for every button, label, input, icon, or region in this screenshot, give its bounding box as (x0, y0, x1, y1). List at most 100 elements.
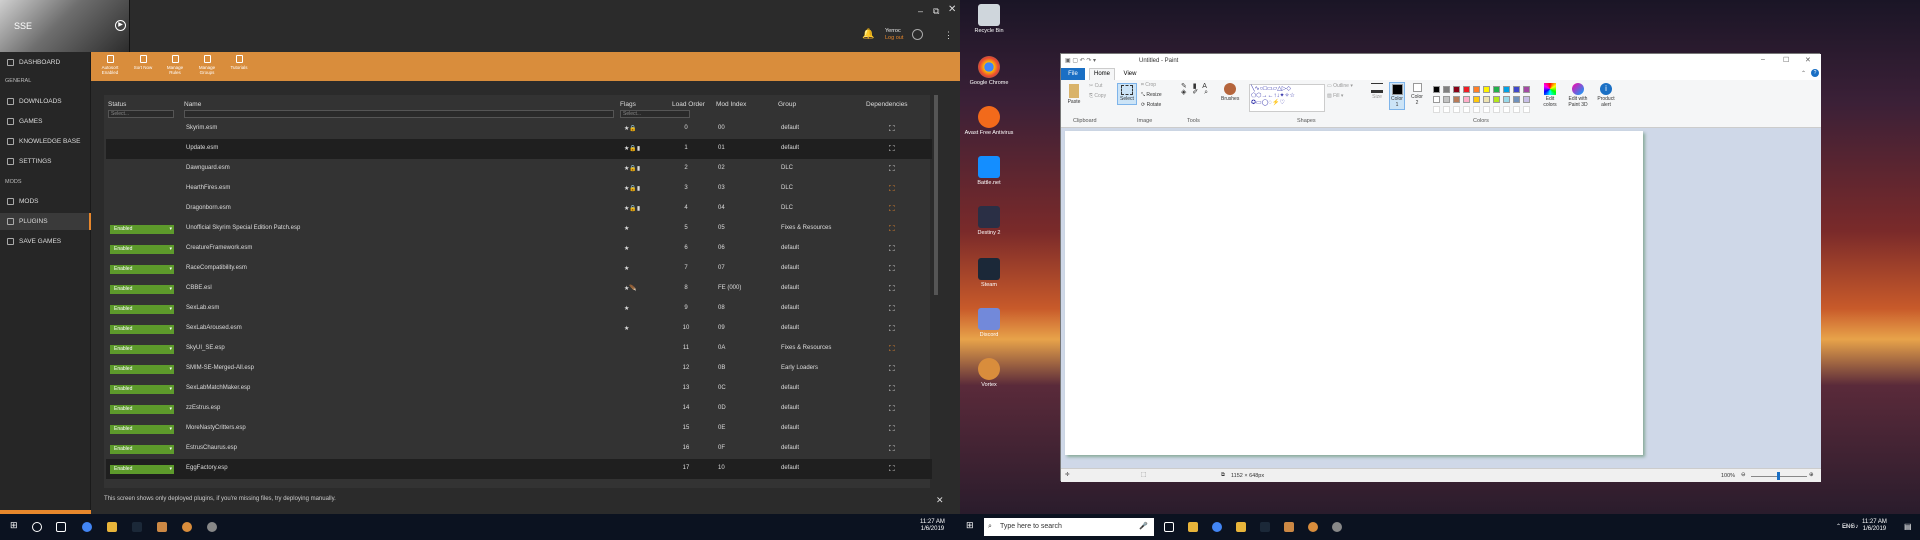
table-row[interactable]: Dawnguard.esm ★🔒▮ 2 02 DLC ⛶ (106, 159, 932, 179)
game-banner[interactable]: SSE ▶ (0, 0, 130, 52)
close-icon[interactable]: ✕ (948, 4, 956, 15)
table-row[interactable]: Enabled MoreNastyCritters.esp 15 0E default ⛶ (106, 419, 932, 439)
col-load-order[interactable]: Load Order (672, 101, 705, 108)
load-order[interactable]: 9 (674, 305, 698, 311)
autosort-button[interactable]: Autosort Enabled (96, 55, 124, 75)
load-order[interactable]: 11 (674, 345, 698, 351)
dependency-icon[interactable]: ⛶ (889, 464, 895, 474)
table-row[interactable]: Enabled CBBE.esl ★🪶 8 FE (000) default ⛶ (106, 279, 932, 299)
load-order[interactable]: 17 (674, 465, 698, 471)
dependency-icon[interactable]: ⛶ (889, 364, 895, 374)
chrome-icon[interactable] (1212, 522, 1222, 532)
desktop-icon-recycle-bin[interactable]: Recycle Bin (964, 4, 1014, 34)
load-order[interactable]: 0 (674, 125, 698, 131)
tab-home[interactable]: Home (1089, 68, 1115, 80)
palette-swatch[interactable] (1453, 96, 1460, 103)
col-dependencies[interactable]: Dependencies (866, 101, 908, 108)
palette-swatch-empty[interactable] (1453, 106, 1460, 113)
plugin-group[interactable]: default (781, 405, 799, 411)
edit-paint3d-button[interactable]: Edit with Paint 3D (1565, 83, 1591, 108)
windows-start-icon[interactable]: ⊞ (966, 520, 976, 530)
folder-icon[interactable] (1236, 522, 1246, 532)
load-order[interactable]: 15 (674, 425, 698, 431)
palette-swatch-empty[interactable] (1493, 106, 1500, 113)
manage-groups-button[interactable]: Manage Groups (193, 55, 221, 75)
table-row[interactable]: Enabled SexLabAroused.esm ★ 10 09 default ⛶ (106, 319, 932, 339)
manage-rules-button[interactable]: Manage Rules (161, 55, 189, 75)
palette-swatch-empty[interactable] (1473, 106, 1480, 113)
palette-swatch[interactable] (1493, 86, 1500, 93)
load-order[interactable]: 8 (674, 285, 698, 291)
maximize-icon[interactable]: ⧉ (933, 6, 939, 17)
desktop-icon-chrome[interactable]: Google Chrome (964, 56, 1014, 86)
nav-dashboard[interactable]: DASHBOARD (0, 54, 91, 71)
table-row[interactable]: Enabled RaceCompatibility.esm ★ 7 07 default ⛶ (106, 259, 932, 279)
app-icon[interactable] (207, 522, 217, 532)
paste-button[interactable]: Paste (1067, 84, 1081, 106)
table-row[interactable]: Enabled Unofficial Skyrim Special Edition… (106, 219, 932, 239)
dependency-icon[interactable]: ⛶ (889, 124, 895, 134)
nav-settings[interactable]: SETTINGS (0, 153, 91, 170)
clock-right[interactable]: 11:27 AM 1/6/2019 (1862, 519, 1887, 533)
dependency-icon[interactable]: ⛶ (889, 184, 895, 194)
plugin-group[interactable]: default (781, 265, 799, 271)
paint-minimize-icon[interactable]: – (1761, 56, 1765, 63)
plugin-group[interactable]: DLC (781, 185, 793, 191)
tab-file[interactable]: File (1061, 68, 1085, 80)
nav-save-games[interactable]: SAVE GAMES (0, 233, 91, 250)
size-button[interactable]: Size (1369, 83, 1385, 101)
table-row[interactable]: HearthFires.esm ★🔒▮ 3 03 DLC ⛶ (106, 179, 932, 199)
shapes-gallery[interactable]: ╲∿○□▭▱△▷◇ ⬠⬡→←↑↓✦✧☆ ✪▭◯◌⚡♡ (1249, 84, 1325, 112)
plugin-group[interactable]: DLC (781, 165, 793, 171)
enabled-toggle[interactable]: Enabled (110, 325, 174, 334)
dependency-icon[interactable]: ⛶ (889, 444, 895, 454)
bell-icon[interactable]: 🔔 (862, 29, 874, 40)
plugin-group[interactable]: DLC (781, 205, 793, 211)
load-order[interactable]: 5 (674, 225, 698, 231)
paint-maximize-icon[interactable]: ☐ (1783, 56, 1789, 64)
plugin-group[interactable]: default (781, 445, 799, 451)
steam-icon[interactable] (1260, 522, 1270, 532)
dependency-icon[interactable]: ⛶ (889, 384, 895, 394)
plugin-group[interactable]: Early Loaders (781, 365, 818, 371)
col-mod-index[interactable]: Mod Index (716, 101, 746, 108)
zoom-out-icon[interactable]: ⊖ (1741, 472, 1746, 478)
plugin-group[interactable]: default (781, 145, 799, 151)
crop-button[interactable]: ⌗ Crop (1141, 82, 1156, 89)
palette-swatch[interactable] (1443, 86, 1450, 93)
clock-left[interactable]: 11:27 AM 1/6/2019 (920, 519, 945, 533)
copy-button[interactable]: ⎘ Copy (1089, 93, 1106, 100)
app-icon[interactable] (1332, 522, 1342, 532)
enabled-toggle[interactable]: Enabled (110, 225, 174, 234)
task-view-icon[interactable] (1164, 522, 1174, 532)
table-row[interactable]: Skyrim.esm ★🔒 0 00 default ⛶ (106, 119, 932, 139)
zoom-slider-thumb[interactable] (1777, 472, 1780, 480)
resize-button[interactable]: ⤡ Resize (1141, 92, 1162, 99)
task-view-icon[interactable] (56, 522, 66, 532)
file-explorer-icon[interactable] (107, 522, 117, 532)
plugin-group[interactable]: default (781, 245, 799, 251)
zoom-in-icon[interactable]: ⊕ (1809, 472, 1814, 478)
enabled-toggle[interactable]: Enabled (110, 405, 174, 414)
palette-swatch-empty[interactable] (1433, 106, 1440, 113)
play-icon[interactable]: ▶ (115, 20, 126, 31)
nav-mods[interactable]: MODS (0, 193, 91, 210)
load-order[interactable]: 7 (674, 265, 698, 271)
enabled-toggle[interactable]: Enabled (110, 445, 174, 454)
microphone-icon[interactable]: 🎤 (1139, 518, 1148, 536)
palette-swatch-empty[interactable] (1503, 106, 1510, 113)
avatar[interactable] (912, 29, 923, 40)
select-button[interactable]: Select (1117, 83, 1137, 105)
steam-icon[interactable] (132, 522, 142, 532)
palette-swatch[interactable] (1473, 96, 1480, 103)
palette-swatch[interactable] (1433, 96, 1440, 103)
load-order[interactable]: 1 (674, 145, 698, 151)
minimize-icon[interactable]: – (918, 6, 923, 16)
desktop-icon-vortex[interactable]: Vortex (964, 358, 1014, 388)
chrome-icon[interactable] (82, 522, 92, 532)
dependency-icon[interactable]: ⛶ (889, 144, 895, 154)
brushes-button[interactable]: Brushes (1221, 83, 1239, 103)
file-explorer-icon[interactable] (1188, 522, 1198, 532)
enabled-toggle[interactable]: Enabled (110, 245, 174, 254)
table-row[interactable]: Enabled EstrusChaurus.esp 16 0F default ⛶ (106, 439, 932, 459)
